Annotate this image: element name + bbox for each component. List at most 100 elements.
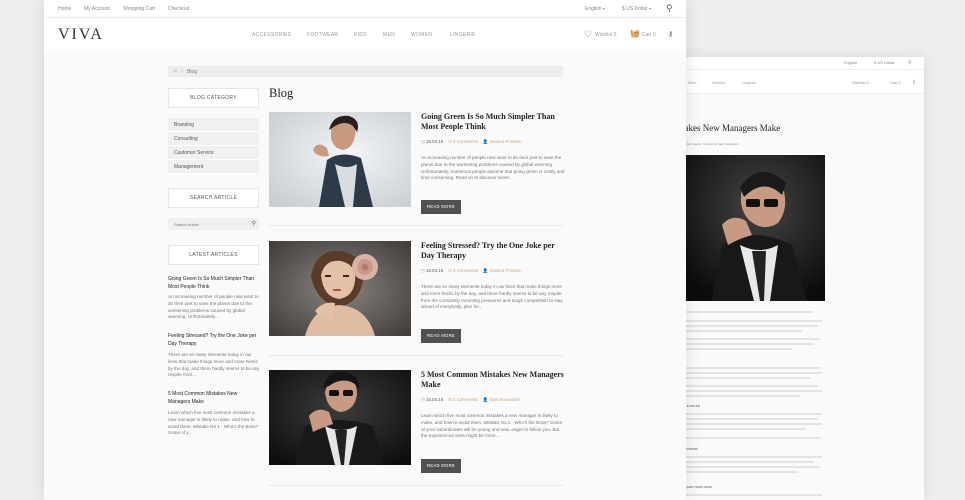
category-item-consulting[interactable]: Consulting xyxy=(168,132,259,146)
home-icon[interactable]: ⌂ xyxy=(174,68,177,74)
cart-link[interactable]: Cart 0 xyxy=(642,32,656,38)
blog-category-heading: Blog Category xyxy=(168,88,259,108)
detail-topbar: English $ US Dollar ⚲ xyxy=(672,57,924,70)
language-select[interactable]: English ▾ xyxy=(585,6,605,12)
text-line xyxy=(682,348,792,350)
post-title[interactable]: 5 Most Common Mistakes New Managers Make xyxy=(421,370,565,390)
search-article-heading: Search Article xyxy=(168,188,259,208)
basket-icon[interactable]: 🧺 xyxy=(630,29,640,38)
detail-wishlist-link[interactable]: Wishlist 0 xyxy=(852,80,869,85)
category-item-branding[interactable]: Branding xyxy=(168,118,259,132)
detail-nav-men[interactable]: Men xyxy=(688,80,696,85)
clock-icon: ◷ xyxy=(421,268,425,273)
text-line xyxy=(682,385,818,387)
site-header: VIVA Accessories Footwear Kids Men Women… xyxy=(44,18,686,52)
site-logo[interactable]: VIVA xyxy=(58,26,104,44)
nav-accessories[interactable]: Accessories xyxy=(252,32,291,38)
nav-kids[interactable]: Kids xyxy=(354,32,367,38)
post-author-link[interactable]: Jessica Princton xyxy=(489,268,521,273)
detail-window: English $ US Dollar ⚲ Men Women Lingerie… xyxy=(672,57,924,500)
post-comments-link[interactable]: 3 Comments xyxy=(453,139,478,144)
post-date: 15.04.16 xyxy=(426,397,444,402)
wishlist-link[interactable]: Wishlist 0 xyxy=(595,32,616,38)
text-line xyxy=(682,390,822,392)
detail-comments-link[interactable]: 3 Comments xyxy=(684,142,701,146)
text-line xyxy=(682,367,820,369)
latest-article-title[interactable]: Feeling Stressed? Try the One Joke per D… xyxy=(168,333,260,348)
post-image[interactable] xyxy=(269,112,411,207)
post-author-link[interactable]: Sam Kronsdam xyxy=(489,397,519,402)
nav-men[interactable]: Men xyxy=(383,32,395,38)
detail-nav-women[interactable]: Women xyxy=(712,80,726,85)
latest-article-excerpt: An increasing number of people now want … xyxy=(168,294,259,320)
post-image[interactable] xyxy=(269,370,411,465)
detail-language-select[interactable]: English xyxy=(844,60,857,65)
detail-header: Men Women Lingerie Wishlist 0 Cart 0 ⚷ xyxy=(672,70,924,94)
breadcrumb: ⌂ › Blog xyxy=(168,66,563,77)
heart-icon[interactable]: ♡ xyxy=(584,29,592,40)
post-title[interactable]: Going Green Is So Much Simpler Than Most… xyxy=(421,112,565,132)
text-line xyxy=(682,418,818,420)
latest-article-title[interactable]: Going Green Is So Much Simpler Than Most… xyxy=(168,276,260,291)
latest-article-title[interactable]: 5 Most Common Mistakes New Managers Make xyxy=(168,391,260,406)
topbar-link-home[interactable]: Home xyxy=(58,6,71,12)
user-icon: 👤 xyxy=(482,397,489,402)
read-more-button[interactable]: Read More xyxy=(421,200,461,214)
top-bar: Home My Account Shopping Cart Checkout E… xyxy=(44,0,686,18)
topbar-link-cart[interactable]: Shopping Cart xyxy=(123,6,155,12)
detail-post-title: takes New Managers Make xyxy=(682,123,781,133)
chevron-down-icon: ▾ xyxy=(602,6,605,11)
user-icon: 👤 xyxy=(482,268,489,273)
search-article-input[interactable] xyxy=(168,218,246,230)
detail-nav-lingerie[interactable]: Lingerie xyxy=(742,80,756,85)
post-comments-link[interactable]: 3 Comments xyxy=(453,397,478,402)
search-icon[interactable]: ⚲ xyxy=(666,3,673,14)
key-icon[interactable]: ⚷ xyxy=(668,30,673,38)
post-author-link[interactable]: Jessica Princton xyxy=(489,139,521,144)
text-line xyxy=(682,456,822,458)
latest-article-excerpt: Learn which five most common mistakes a … xyxy=(168,410,259,436)
read-more-button[interactable]: Read More xyxy=(421,459,461,473)
nav-lingerie[interactable]: Lingerie xyxy=(450,32,476,38)
currency-select[interactable]: $ US Dollar ▾ xyxy=(622,6,651,12)
chevron-down-icon: ▾ xyxy=(648,6,651,11)
post-divider xyxy=(269,225,563,226)
topbar-link-account[interactable]: My Account xyxy=(84,6,110,12)
detail-section-heading: LF AND YOUR TEAM xyxy=(682,485,712,489)
page-title: Blog xyxy=(269,86,294,100)
text-line xyxy=(682,437,820,439)
text-line xyxy=(682,325,818,327)
user-icon: 👤 xyxy=(482,139,489,144)
text-line xyxy=(682,413,822,415)
post-image[interactable] xyxy=(269,241,411,336)
detail-currency-select[interactable]: $ US Dollar xyxy=(874,60,894,65)
post-title[interactable]: Feeling Stressed? Try the One Joke per D… xyxy=(421,241,565,261)
post-comments-link[interactable]: 3 Comments xyxy=(453,268,478,273)
chevron-right-icon: › xyxy=(181,68,183,74)
text-line xyxy=(682,330,802,332)
nav-women[interactable]: Women xyxy=(411,32,432,38)
text-line xyxy=(682,343,814,345)
search-icon[interactable]: ⚲ xyxy=(908,60,912,66)
post-date: 15.04.16 xyxy=(426,268,444,273)
post-excerpt: An increasing number of people now want … xyxy=(421,155,565,181)
nav-footwear[interactable]: Footwear xyxy=(307,32,338,38)
key-icon[interactable]: ⚷ xyxy=(912,79,916,85)
topbar-link-checkout[interactable]: Checkout xyxy=(168,6,189,12)
latest-article-excerpt: There are so many elements today in our … xyxy=(168,352,260,378)
blog-window: Home My Account Shopping Cart Checkout E… xyxy=(44,0,686,500)
man-with-glasses-photo xyxy=(269,370,411,465)
search-icon[interactable]: ⚲ xyxy=(252,220,256,227)
text-line xyxy=(682,471,798,473)
read-more-button[interactable]: Read More xyxy=(421,329,461,343)
text-line xyxy=(682,338,820,340)
text-line xyxy=(682,395,800,397)
comment-icon: ✉ xyxy=(448,139,452,144)
category-item-management[interactable]: Management xyxy=(168,160,259,174)
man-in-jacket-photo xyxy=(269,112,411,207)
category-item-customer-service[interactable]: Customer Service xyxy=(168,146,259,160)
comment-icon: ✉ xyxy=(448,268,452,273)
clock-icon: ◷ xyxy=(421,397,425,402)
text-line xyxy=(682,372,822,374)
detail-cart-link[interactable]: Cart 0 xyxy=(890,80,901,85)
